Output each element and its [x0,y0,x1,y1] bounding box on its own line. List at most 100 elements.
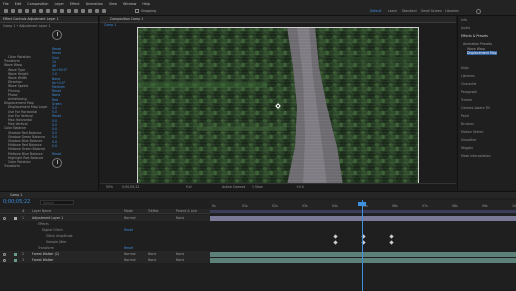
panel-character[interactable]: Character [461,82,477,86]
visibility-eye-icon[interactable] [3,252,6,256]
hand-tool-icon[interactable] [18,9,22,13]
composition-subtab[interactable]: Comp 1 [104,23,116,27]
clone-stamp-tool-icon[interactable] [81,9,85,13]
eraser-tool-icon[interactable] [88,9,92,13]
menu-composition[interactable]: Composition [27,2,48,6]
camera-tool-icon[interactable] [39,9,43,13]
layer-name[interactable]: Digital Glitch [42,228,63,232]
layer-mode[interactable]: Normal [124,252,136,256]
keyframe-marker[interactable] [389,233,394,239]
workspace-default[interactable]: Default [370,9,382,13]
layer-name[interactable]: Glitch Amplitude [46,234,73,238]
layer-duration-bar[interactable] [210,215,516,221]
color-rotation-dial[interactable] [52,30,62,40]
viewer-timecode[interactable]: 0;00;05;22 [122,185,139,189]
workspace-standard[interactable]: Standard [402,9,417,13]
resolution-select[interactable]: Full [186,185,191,189]
composition-tab[interactable]: Composition Comp 1 [110,17,143,21]
roto-brush-tool-icon[interactable] [95,9,99,13]
effect-property-value[interactable]: Reset [52,152,61,156]
panel-audio[interactable]: Audio [461,26,470,30]
camera-select[interactable]: Active Camera [222,185,245,189]
layer-name[interactable]: Effects [38,222,49,226]
panel-content-aware-fill[interactable]: Content-Aware Fill [461,106,490,110]
layer-search-input[interactable]: Search [40,200,74,205]
zoom-tool-icon[interactable] [25,9,29,13]
puppet-tool-icon[interactable] [102,9,106,13]
panel-effects-presets[interactable]: Effects & Presets [461,34,488,38]
keyframe-marker[interactable] [333,233,338,239]
panel-wiggler[interactable]: Wiggler [461,146,473,150]
layer-duration-bar[interactable] [210,251,516,257]
type-tool-icon[interactable] [67,9,71,13]
layer-trkmat[interactable]: None [148,258,156,262]
visibility-eye-icon[interactable] [3,258,6,262]
layer-name[interactable]: Sample Jitter [46,240,67,244]
menu-edit[interactable]: Edit [15,2,22,6]
workspace-small-screen[interactable]: Small Screen [421,9,442,13]
layer-name[interactable]: Forest Walker [32,258,54,262]
layer-trkmat[interactable]: None [148,252,156,256]
brush-tool-icon[interactable] [74,9,78,13]
panel-paragraph[interactable]: Paragraph [461,90,477,94]
panel-paint[interactable]: Paint [461,114,469,118]
layer-duration-bar[interactable] [210,257,516,263]
layer-name[interactable]: Transform [38,246,54,250]
header-layer-name[interactable]: Layer Name [32,209,51,213]
effect-property-value[interactable]: 0.0 [52,144,57,148]
color-rotation-dial-2[interactable] [52,158,62,168]
exposure-offset[interactable]: +0.0 [296,185,304,189]
layer-mode[interactable]: Reset [124,228,133,232]
panel-align[interactable]: Align [461,66,469,70]
current-timecode[interactable]: 0;00;05;22 [3,199,30,205]
timeline-tab[interactable]: Comp 1 [10,193,22,197]
time-ruler[interactable]: 0s01s02s03s04s05s06s07s08s09s10s [210,200,516,214]
work-area-bar[interactable] [210,210,516,213]
preset-item[interactable]: Animation Presets [463,42,492,46]
panel-info[interactable]: Info [461,18,467,22]
pen-tool-icon[interactable] [60,9,64,13]
mask-tool-icon[interactable] [53,9,57,13]
zoom-level[interactable]: 50% [106,185,113,189]
layer-name[interactable]: Adjustment Layer 1 [32,216,63,220]
rotate-tool-icon[interactable] [32,9,36,13]
menu-effect[interactable]: Effect [70,2,80,6]
layer-label-color[interactable] [14,216,17,220]
layer-parent[interactable]: None [176,216,184,220]
menu-layer[interactable]: Layer [54,2,63,6]
layer-track[interactable] [210,257,516,263]
home-icon[interactable] [4,9,8,13]
layer-mode[interactable]: Normal [124,216,136,220]
menu-animation[interactable]: Animation [86,2,103,6]
panel-smoother[interactable]: Smoother [461,138,477,142]
panel-brushes[interactable]: Brushes [461,122,474,126]
layer-label-color[interactable] [14,258,17,262]
menu-file[interactable]: File [3,2,9,6]
layer-name[interactable]: Forest Walker (2) [32,252,59,256]
panel-mask-interpolation[interactable]: Mask Interpolation [461,154,491,158]
layer-mode[interactable]: Reset [124,246,133,250]
layer-parent[interactable]: None [176,252,184,256]
preset-item[interactable]: Displacement Map [467,51,497,55]
snapping-checkbox[interactable] [135,9,139,13]
preset-item[interactable]: Wave Warp [467,47,485,51]
effect-controls-tab[interactable]: Effect Controls Adjustment Layer 1 [3,17,59,21]
layer-mode[interactable]: Normal [124,258,136,262]
effect-row[interactable]: Transform Reset [4,152,61,168]
selection-tool-icon[interactable] [11,9,15,13]
views-select[interactable]: 1 View [252,185,263,189]
workspace-libraries[interactable]: Libraries [445,9,459,13]
layer-row[interactable]: 3 Forest Walker Normal None None [0,257,210,263]
keyframe-marker[interactable] [389,239,394,245]
menu-view[interactable]: View [109,2,117,6]
visibility-eye-icon[interactable] [3,216,6,220]
layer-label-color[interactable] [14,252,17,256]
panel-motion-sketch[interactable]: Motion Sketch [461,130,484,134]
panel-tracker[interactable]: Tracker [461,98,473,102]
menu-help[interactable]: Help [142,2,150,6]
layer-parent[interactable]: None [176,258,184,262]
pan-behind-tool-icon[interactable] [46,9,50,13]
panel-libraries[interactable]: Libraries [461,74,475,78]
search-help-icon[interactable] [476,9,481,14]
keyframe-marker[interactable] [333,239,338,245]
